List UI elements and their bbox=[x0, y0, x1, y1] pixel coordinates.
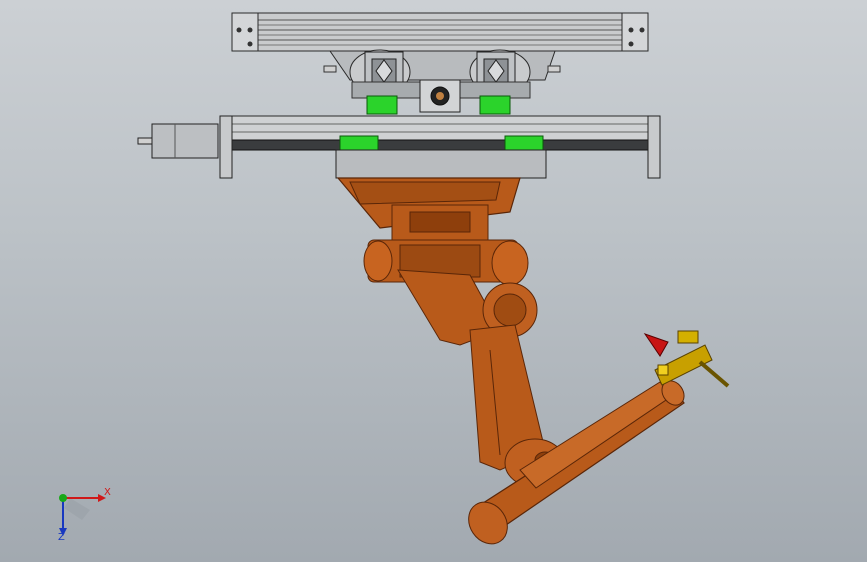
robot-base[interactable] bbox=[336, 177, 521, 246]
linear-bearing-block[interactable] bbox=[504, 135, 544, 151]
middle-linear-axis[interactable] bbox=[137, 115, 661, 179]
robot-upper-arm[interactable] bbox=[397, 269, 546, 471]
rail-end-cap-left[interactable] bbox=[231, 12, 259, 52]
linear-bearing-block[interactable] bbox=[366, 95, 398, 115]
rail-end-cap-right[interactable] bbox=[621, 12, 649, 52]
servo-motor[interactable] bbox=[137, 123, 219, 159]
x-axis-label: X bbox=[104, 487, 111, 498]
linear-bearing-block[interactable] bbox=[479, 95, 511, 115]
torch-tip[interactable] bbox=[643, 333, 669, 357]
linear-bearing-block[interactable] bbox=[339, 135, 379, 151]
z-axis-label: Z bbox=[58, 532, 65, 543]
top-linear-rail[interactable] bbox=[231, 12, 649, 52]
cad-viewport[interactable]: X Z bbox=[0, 0, 867, 562]
axis-end-plate-right[interactable] bbox=[647, 115, 661, 179]
axis-end-plate-left[interactable] bbox=[219, 115, 233, 179]
welding-torch[interactable] bbox=[643, 330, 730, 388]
robot-mount-plate[interactable] bbox=[335, 149, 547, 179]
y-axis-dot bbox=[59, 494, 67, 502]
top-carriage[interactable] bbox=[323, 49, 561, 115]
view-orientation-triad[interactable] bbox=[59, 494, 106, 536]
robot-assembly-model[interactable] bbox=[0, 0, 867, 562]
